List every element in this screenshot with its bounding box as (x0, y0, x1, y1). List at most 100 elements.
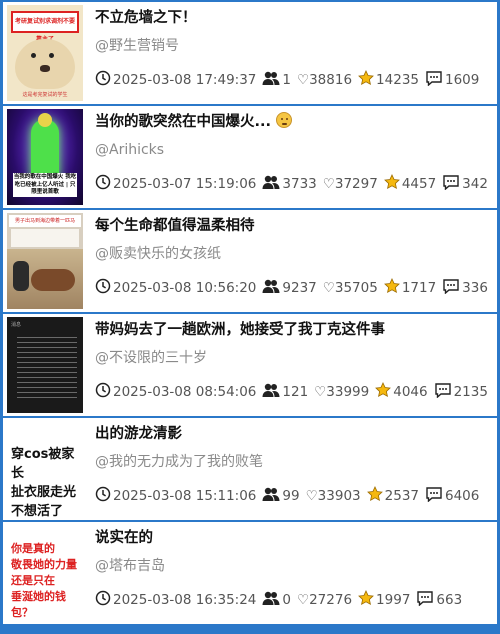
comment-icon (416, 590, 434, 610)
item-meta: 2025-03-08 08:54:06 121 ♡33999 4046 2135 (95, 382, 494, 402)
thumbnail-caption: 这是考完复试的学生 (22, 92, 68, 98)
item-title[interactable]: 带妈妈去了一趟欧洲，她接受了我丁克这件事 (95, 320, 497, 340)
item-author[interactable]: @不设限的三十岁 (95, 349, 497, 367)
thumbnail-text-line: 垂涎她的钱包？ (11, 590, 66, 619)
item-date: 2025-03-08 15:11:06 (113, 488, 257, 504)
item-date: 2025-03-07 15:19:06 (113, 176, 257, 192)
users-icon (262, 70, 280, 90)
comment-count: 2135 (453, 384, 488, 400)
clock-icon (95, 174, 111, 194)
user-count: 0 (282, 592, 291, 608)
thumbnail-text-line: 还是只在 (11, 574, 55, 587)
sad-face-emoji-icon (276, 112, 293, 128)
item-title[interactable]: 出的游龙清影 (95, 424, 497, 444)
clock-icon (95, 382, 111, 402)
thumbnail-text-line: 敬畏她的力量 (11, 558, 77, 571)
item-title-text: 当你的歌突然在中国爆火... (95, 114, 272, 130)
star-icon (375, 382, 392, 402)
like-count: ♡35705 (322, 280, 378, 296)
star-icon (358, 70, 374, 90)
thumbnail-banner: 考研复试别求调剂不要靠主了 (11, 11, 79, 43)
list-item[interactable]: 你是真的 敬畏她的力量 还是只在 垂涎她的钱包？ 说实在的 @塔布吉岛 2025… (3, 522, 497, 624)
item-body: 出的游龙清影 @我的无力成为了我的败笔 2025-03-08 15:11:06 … (83, 418, 497, 520)
thumbnail[interactable]: 你是真的 敬畏她的力量 还是只在 垂涎她的钱包？ (7, 525, 83, 621)
performer-image (31, 113, 59, 181)
chat-screenshot-image (17, 333, 77, 399)
person-image (13, 261, 29, 291)
comment-count: 6406 (445, 488, 480, 504)
item-meta: 2025-03-08 15:11:06 99 ♡33903 2537 6406 (95, 486, 485, 506)
user-count: 9237 (282, 280, 317, 296)
star-icon (383, 174, 400, 194)
item-author[interactable]: @我的无力成为了我的败笔 (95, 453, 497, 471)
star-count: 2537 (384, 488, 419, 504)
comment-icon (425, 486, 443, 506)
item-date: 2025-03-08 10:56:20 (113, 280, 257, 296)
like-count: ♡33999 (314, 384, 370, 400)
comment-icon (425, 70, 443, 90)
thumbnail-text-block (11, 229, 79, 247)
list-item[interactable]: 消息 带妈妈去了一趟欧洲，她接受了我丁克这件事 @不设限的三十岁 2025-03… (3, 314, 497, 416)
item-title[interactable]: 不立危墙之下！ (95, 8, 497, 28)
item-date: 2025-03-08 17:49:37 (113, 72, 257, 88)
item-author[interactable]: @Arihicks (95, 141, 497, 159)
item-meta: 2025-03-08 10:56:20 9237 ♡35705 1717 336 (95, 278, 494, 298)
thumbnail[interactable]: 男子出马到海边带着一匹马 (7, 213, 83, 309)
thumbnail-text: 你是真的 敬畏她的力量 还是只在 垂涎她的钱包？ (11, 541, 83, 621)
users-icon (262, 174, 280, 194)
item-date: 2025-03-08 16:35:24 (113, 592, 257, 608)
item-body: 说实在的 @塔布吉岛 2025-03-08 16:35:24 0 ♡27276 … (83, 522, 497, 624)
item-body: 当你的歌突然在中国爆火... @Arihicks 2025-03-07 15:1… (83, 106, 497, 208)
like-count: ♡37297 (322, 176, 378, 192)
user-count: 99 (282, 488, 300, 504)
horse-image (31, 269, 75, 291)
thumbnail-text: 穿cos被家长 扯衣服走光 不想活了 (11, 445, 83, 517)
star-count: 4046 (393, 384, 428, 400)
item-author[interactable]: @野生营销号 (95, 37, 497, 55)
star-icon (358, 590, 374, 610)
list-item[interactable]: 考研复试别求调剂不要靠主了 这是考完复试的学生 不立危墙之下！ @野生营销号 2… (3, 2, 497, 104)
comment-count: 342 (462, 176, 488, 192)
star-count: 1997 (376, 592, 411, 608)
thumbnail[interactable]: 穿cos被家长 扯衣服走光 不想活了 (7, 421, 83, 517)
comment-icon (442, 278, 460, 298)
item-author[interactable]: @贩卖快乐的女孩纸 (95, 245, 497, 263)
item-body: 带妈妈去了一趟欧洲，她接受了我丁克这件事 @不设限的三十岁 2025-03-08… (83, 314, 497, 416)
user-count: 3733 (282, 176, 317, 192)
item-title[interactable]: 当你的歌突然在中国爆火... (95, 112, 497, 132)
thumbnail[interactable]: 考研复试别求调剂不要靠主了 这是考完复试的学生 (7, 5, 83, 101)
users-icon (262, 382, 280, 402)
like-count: ♡27276 (296, 592, 353, 608)
item-meta: 2025-03-08 16:35:24 0 ♡27276 1997 663 (95, 590, 468, 610)
comment-count: 663 (436, 592, 463, 608)
thumbnail-banner: 男子出马到海边带着一匹马 (9, 215, 81, 227)
item-body: 每个生命都值得温柔相待 @贩卖快乐的女孩纸 2025-03-08 10:56:2… (83, 210, 497, 312)
item-meta: 2025-03-07 15:19:06 3733 ♡37297 4457 342 (95, 174, 494, 194)
star-icon (366, 486, 383, 506)
item-author[interactable]: @塔布吉岛 (95, 557, 497, 575)
list-item[interactable]: 穿cos被家长 扯衣服走光 不想活了 出的游龙清影 @我的无力成为了我的败笔 2… (3, 418, 497, 520)
item-date: 2025-03-08 08:54:06 (113, 384, 257, 400)
clock-icon (95, 70, 111, 90)
user-count: 1 (282, 72, 291, 88)
thumbnail-text-line: 不想活了 (11, 504, 64, 517)
thumbnail[interactable]: 消息 (7, 317, 83, 413)
users-icon (262, 590, 280, 610)
list-item[interactable]: 男子出马到海边带着一匹马 每个生命都值得温柔相待 @贩卖快乐的女孩纸 2025-… (3, 210, 497, 312)
thumbnail[interactable]: 当我的歌在中国爆火 我吃吃已经被上亿人听过 | 只限里说首歌 (7, 109, 83, 205)
clock-icon (95, 278, 111, 298)
clock-icon (95, 590, 111, 610)
item-title[interactable]: 每个生命都值得温柔相待 (95, 216, 497, 236)
star-icon (383, 278, 400, 298)
users-icon (262, 486, 280, 506)
thumbnail-header: 消息 (11, 322, 22, 328)
dog-image (15, 39, 75, 89)
item-meta: 2025-03-08 17:49:37 1 ♡38816 14235 1609 (95, 70, 485, 90)
comment-icon (434, 382, 452, 402)
star-count: 1717 (401, 280, 437, 296)
item-title[interactable]: 说实在的 (95, 528, 497, 548)
like-count: ♡33903 (305, 488, 361, 504)
comment-count: 1609 (445, 72, 480, 88)
list-item[interactable]: 当我的歌在中国爆火 我吃吃已经被上亿人听过 | 只限里说首歌 当你的歌突然在中国… (3, 106, 497, 208)
thumbnail-text-line: 穿cos被家长 (11, 447, 75, 481)
